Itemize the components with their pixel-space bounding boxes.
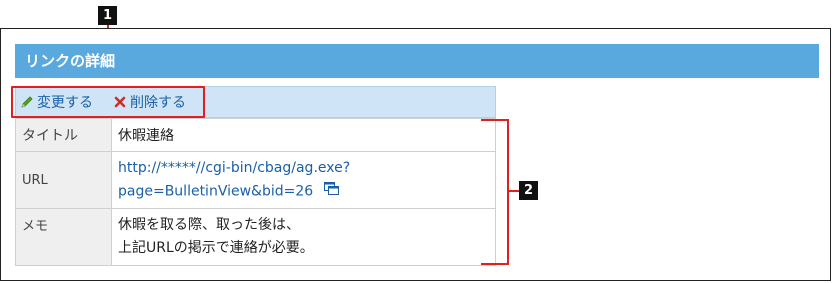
new-window-icon[interactable]: [323, 180, 339, 203]
url-cell: http://*****//cgi-bin/cbag/ag.exe? page=…: [111, 151, 496, 209]
memo-line-2: 上記URLの掲示で連絡が必要。: [118, 240, 314, 256]
link-detail-table: タイトル 休暇連絡 URL http://*****//cgi-bin/cbag…: [15, 118, 496, 266]
callout-line-2: [509, 190, 519, 192]
title-value: 休暇連絡: [111, 118, 496, 152]
callout-bracket-2: [481, 119, 509, 265]
url-line-1: http://*****//cgi-bin/cbag/ag.exe?: [118, 159, 351, 176]
title-label: タイトル: [15, 118, 112, 152]
table-row: URL http://*****//cgi-bin/cbag/ag.exe? p…: [15, 151, 496, 209]
url-link[interactable]: http://*****//cgi-bin/cbag/ag.exe? page=…: [118, 157, 489, 204]
callout-marker-1: 1: [98, 6, 117, 25]
memo-line-1: 休暇を取る際、取った後は、: [118, 217, 300, 233]
memo-value: 休暇を取る際、取った後は、 上記URLの掲示で連絡が必要。: [111, 208, 496, 266]
table-row: メモ 休暇を取る際、取った後は、 上記URLの掲示で連絡が必要。: [15, 208, 496, 266]
url-line-2: page=BulletinView&bid=26: [118, 183, 314, 200]
callout-marker-2: 2: [519, 181, 538, 200]
callout-box-1: [11, 86, 205, 118]
table-row: タイトル 休暇連絡: [15, 118, 496, 152]
section-title: リンクの詳細: [15, 44, 819, 78]
memo-label: メモ: [15, 208, 112, 266]
url-label: URL: [15, 151, 112, 209]
